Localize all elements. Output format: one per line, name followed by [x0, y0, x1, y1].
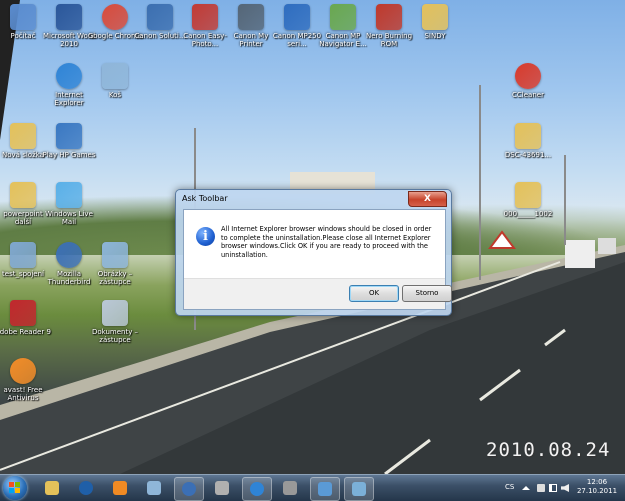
desktop-icon-avast[interactable]: avast! Free Antivirus	[0, 358, 51, 402]
thunderbird-icon	[182, 482, 196, 496]
clock-date: 27.10.2011	[576, 487, 618, 495]
desktop-icon-sindy[interactable]: SINDY	[407, 4, 463, 40]
canon-navigator-icon	[330, 4, 356, 30]
desktop-icon-label: 000_____1002	[503, 210, 553, 218]
desktop-icon-documents-shortcut[interactable]: Dokumenty – zástupce	[87, 300, 143, 344]
pictures-shortcut-icon	[102, 242, 128, 268]
desktop-icon-label: Obrázky – zástupce	[97, 270, 133, 286]
taskbar-control-panel[interactable]	[310, 477, 340, 501]
action-center-icon[interactable]	[537, 484, 545, 492]
language-indicator[interactable]: CS	[505, 483, 514, 491]
photo-date-stamp: 2010.08.24	[486, 439, 611, 461]
live-mail-icon	[56, 182, 82, 208]
desktop-icon-recycle-bin[interactable]: Koš	[87, 63, 143, 99]
desktop-icon-hp-games[interactable]: Play HP Games	[41, 123, 97, 159]
hp-games-icon	[56, 123, 82, 149]
desktop-icon-label: Koš	[108, 91, 122, 99]
dialog-close-button[interactable]: X	[408, 191, 447, 207]
media-player-icon	[113, 481, 127, 495]
folder-icon	[422, 4, 448, 30]
desktop-icon-label: CCleaner	[512, 91, 544, 99]
cancel-button[interactable]: Storno	[402, 285, 452, 302]
desktop-icon-000-folder[interactable]: 000_____1002	[500, 182, 556, 218]
dialog-message: All Internet Explorer browser windows sh…	[221, 225, 432, 259]
word-icon	[56, 4, 82, 30]
ccleaner-icon	[515, 63, 541, 89]
desktop-icon-label: Adobe Reader 9	[0, 328, 51, 336]
desktop-icon-label: SINDY	[424, 32, 446, 40]
taskbar-documents[interactable]	[208, 477, 236, 499]
dialog-button-bar: OK Storno	[184, 278, 452, 309]
taskbar-media-player[interactable]	[106, 477, 134, 499]
folder-icon	[10, 182, 36, 208]
chrome-icon	[102, 4, 128, 30]
hp-icon	[79, 481, 93, 495]
taskbar: CS 12:06 27.10.2011	[0, 474, 625, 501]
folder-icon	[515, 123, 541, 149]
ok-button[interactable]: OK	[349, 285, 399, 302]
adobe-reader-icon	[10, 300, 36, 326]
utility-icon	[283, 481, 297, 495]
desktop-icon-pictures-shortcut[interactable]: Obrázky – zástupce	[87, 242, 143, 286]
taskbar-internet-explorer[interactable]	[242, 477, 272, 501]
avast-icon	[10, 358, 36, 384]
desktop-icon-adobe-reader[interactable]: Adobe Reader 9	[0, 300, 51, 336]
ie-icon	[250, 482, 264, 496]
ie-icon	[56, 63, 82, 89]
system-clock[interactable]: 12:06 27.10.2011	[572, 478, 622, 496]
canon-solution-icon	[147, 4, 173, 30]
desktop-icon-live-mail[interactable]: Windows Live Mail	[41, 182, 97, 226]
folder-icon	[10, 123, 36, 149]
network-icon[interactable]	[549, 484, 557, 492]
desktop-icon-label: Dokumenty – zástupce	[91, 328, 139, 344]
dialog-body: i All Internet Explorer browser windows …	[183, 209, 452, 310]
desktop-icon-ccleaner[interactable]: CCleaner	[500, 63, 556, 99]
explorer-folder-icon	[45, 481, 59, 495]
canon-printer-icon	[238, 4, 264, 30]
start-button[interactable]	[3, 476, 27, 500]
taskbar-hp[interactable]	[72, 477, 100, 499]
dialog-title: Ask Toolbar	[182, 194, 228, 203]
canon-easy-photo-icon	[192, 4, 218, 30]
clock-time: 12:06	[586, 478, 608, 486]
taskbar-paint[interactable]	[140, 477, 168, 499]
ask-toolbar-dialog: Ask Toolbar X i All Internet Explorer br…	[175, 189, 452, 316]
taskbar-explorer[interactable]	[38, 477, 66, 499]
taskbar-installer[interactable]	[344, 477, 374, 501]
info-icon: i	[196, 227, 215, 246]
installer-icon	[352, 482, 366, 496]
paint-icon	[147, 481, 161, 495]
computer-icon	[10, 4, 36, 30]
desktop-icon-dsc-folder[interactable]: DSC-43691...	[500, 123, 556, 159]
network-test-icon	[10, 242, 36, 268]
desktop-icon-label: DSC-43691...	[504, 151, 552, 159]
documents-icon	[215, 481, 229, 495]
taskbar-utility[interactable]	[276, 477, 304, 499]
thunderbird-icon	[56, 242, 82, 268]
desktop-icon-label: Windows Live Mail	[45, 210, 93, 226]
desktop-icon-label: Play HP Games	[42, 151, 96, 159]
canon-mp250-icon	[284, 4, 310, 30]
nero-icon	[376, 4, 402, 30]
volume-icon[interactable]	[561, 484, 569, 492]
desktop-icon-label: avast! Free Antivirus	[3, 386, 43, 402]
documents-shortcut-icon	[102, 300, 128, 326]
recycle-bin-icon	[102, 63, 128, 89]
show-hidden-icons-icon[interactable]	[522, 486, 530, 490]
taskbar-thunderbird[interactable]	[174, 477, 204, 501]
control-panel-icon	[318, 482, 332, 496]
folder-icon	[515, 182, 541, 208]
windows-logo-icon	[9, 482, 21, 494]
